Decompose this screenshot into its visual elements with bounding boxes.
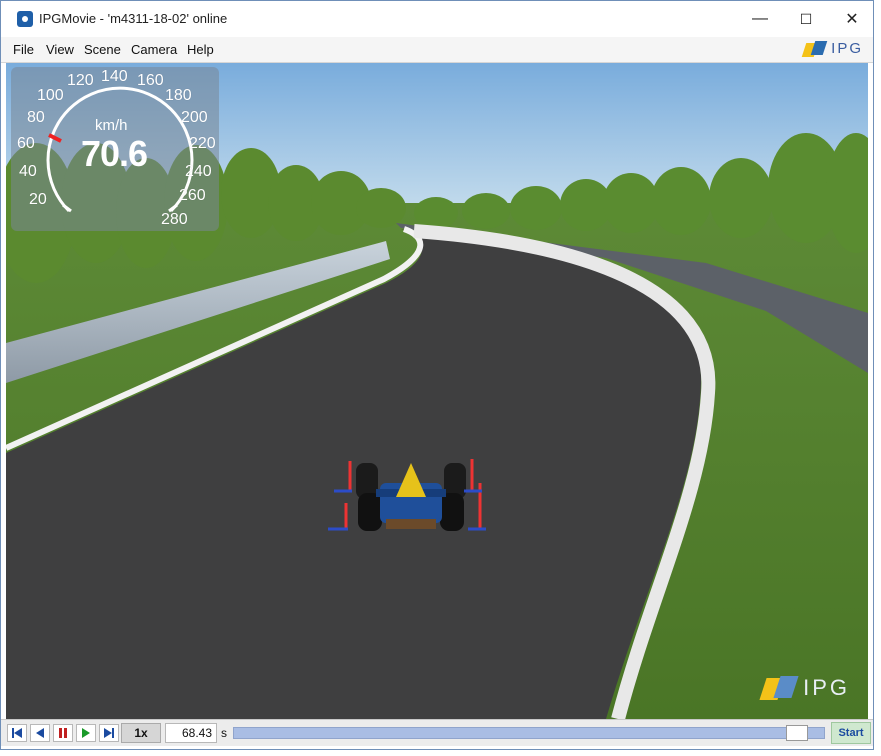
app-icon <box>17 11 33 27</box>
speed-unit: km/h <box>95 117 128 134</box>
menu-scene[interactable]: Scene <box>84 42 121 57</box>
playback-speed-button[interactable]: 1x <box>121 723 161 743</box>
tick-40: 40 <box>19 163 37 180</box>
tick-160: 160 <box>137 72 164 89</box>
tick-280: 280 <box>161 211 188 228</box>
menu-camera[interactable]: Camera <box>131 42 177 57</box>
menu-file[interactable]: File <box>13 42 34 57</box>
tick-120: 120 <box>67 72 94 89</box>
tick-100: 100 <box>37 87 64 104</box>
timeline-slider-thumb[interactable] <box>785 725 808 741</box>
tick-20: 20 <box>29 191 47 208</box>
desktop-background <box>874 0 881 756</box>
tick-260: 260 <box>179 187 206 204</box>
time-unit: s <box>221 726 227 740</box>
simulation-viewport[interactable]: 20 40 60 80 100 120 140 160 180 200 220 … <box>6 63 868 719</box>
ipg-brand-logo: IPG <box>801 40 863 57</box>
play-forward-icon <box>82 728 90 738</box>
skip-start-icon <box>12 728 22 738</box>
tick-140: 140 <box>101 68 128 85</box>
timeline-slider[interactable] <box>233 727 825 739</box>
window-title: IPGMovie - 'm4311-18-02' online <box>39 11 228 26</box>
skip-end-icon <box>104 728 114 738</box>
close-button[interactable]: ✕ <box>829 1 873 37</box>
pause-button[interactable] <box>53 724 73 742</box>
tick-180: 180 <box>165 87 192 104</box>
pause-icon <box>59 728 67 738</box>
menu-help[interactable]: Help <box>187 42 214 57</box>
ipg-brand-text: IPG <box>831 40 863 57</box>
playback-controls: 1x 68.43 s Start <box>1 719 873 746</box>
ipg-logo-icon <box>801 40 828 57</box>
menu-bar: File View Scene Camera Help IPG <box>1 37 873 63</box>
menu-view[interactable]: View <box>46 42 74 57</box>
tick-220: 220 <box>189 135 216 152</box>
speed-value: 70.6 <box>81 133 148 174</box>
play-forward-button[interactable] <box>76 724 96 742</box>
maximize-button[interactable]: ☐ <box>783 1 829 37</box>
time-field[interactable]: 68.43 <box>165 723 217 743</box>
tick-60: 60 <box>17 135 35 152</box>
title-bar[interactable]: IPGMovie - 'm4311-18-02' online — ☐ ✕ <box>1 1 873 37</box>
ipg-watermark-text: IPG <box>803 675 850 700</box>
ipgmovie-window: IPGMovie - 'm4311-18-02' online — ☐ ✕ Fi… <box>0 0 874 750</box>
minimize-button[interactable]: — <box>737 1 783 37</box>
play-backward-icon <box>36 728 44 738</box>
tick-200: 200 <box>181 109 208 126</box>
start-button[interactable]: Start <box>831 722 871 744</box>
ipg-watermark: IPG <box>759 675 850 701</box>
skip-to-end-button[interactable] <box>99 724 119 742</box>
speedometer: 20 40 60 80 100 120 140 160 180 200 220 … <box>11 67 219 231</box>
play-backward-button[interactable] <box>30 724 50 742</box>
ipg-watermark-icon <box>759 676 799 700</box>
tick-240: 240 <box>185 163 212 180</box>
tick-80: 80 <box>27 109 45 126</box>
skip-to-start-button[interactable] <box>7 724 27 742</box>
